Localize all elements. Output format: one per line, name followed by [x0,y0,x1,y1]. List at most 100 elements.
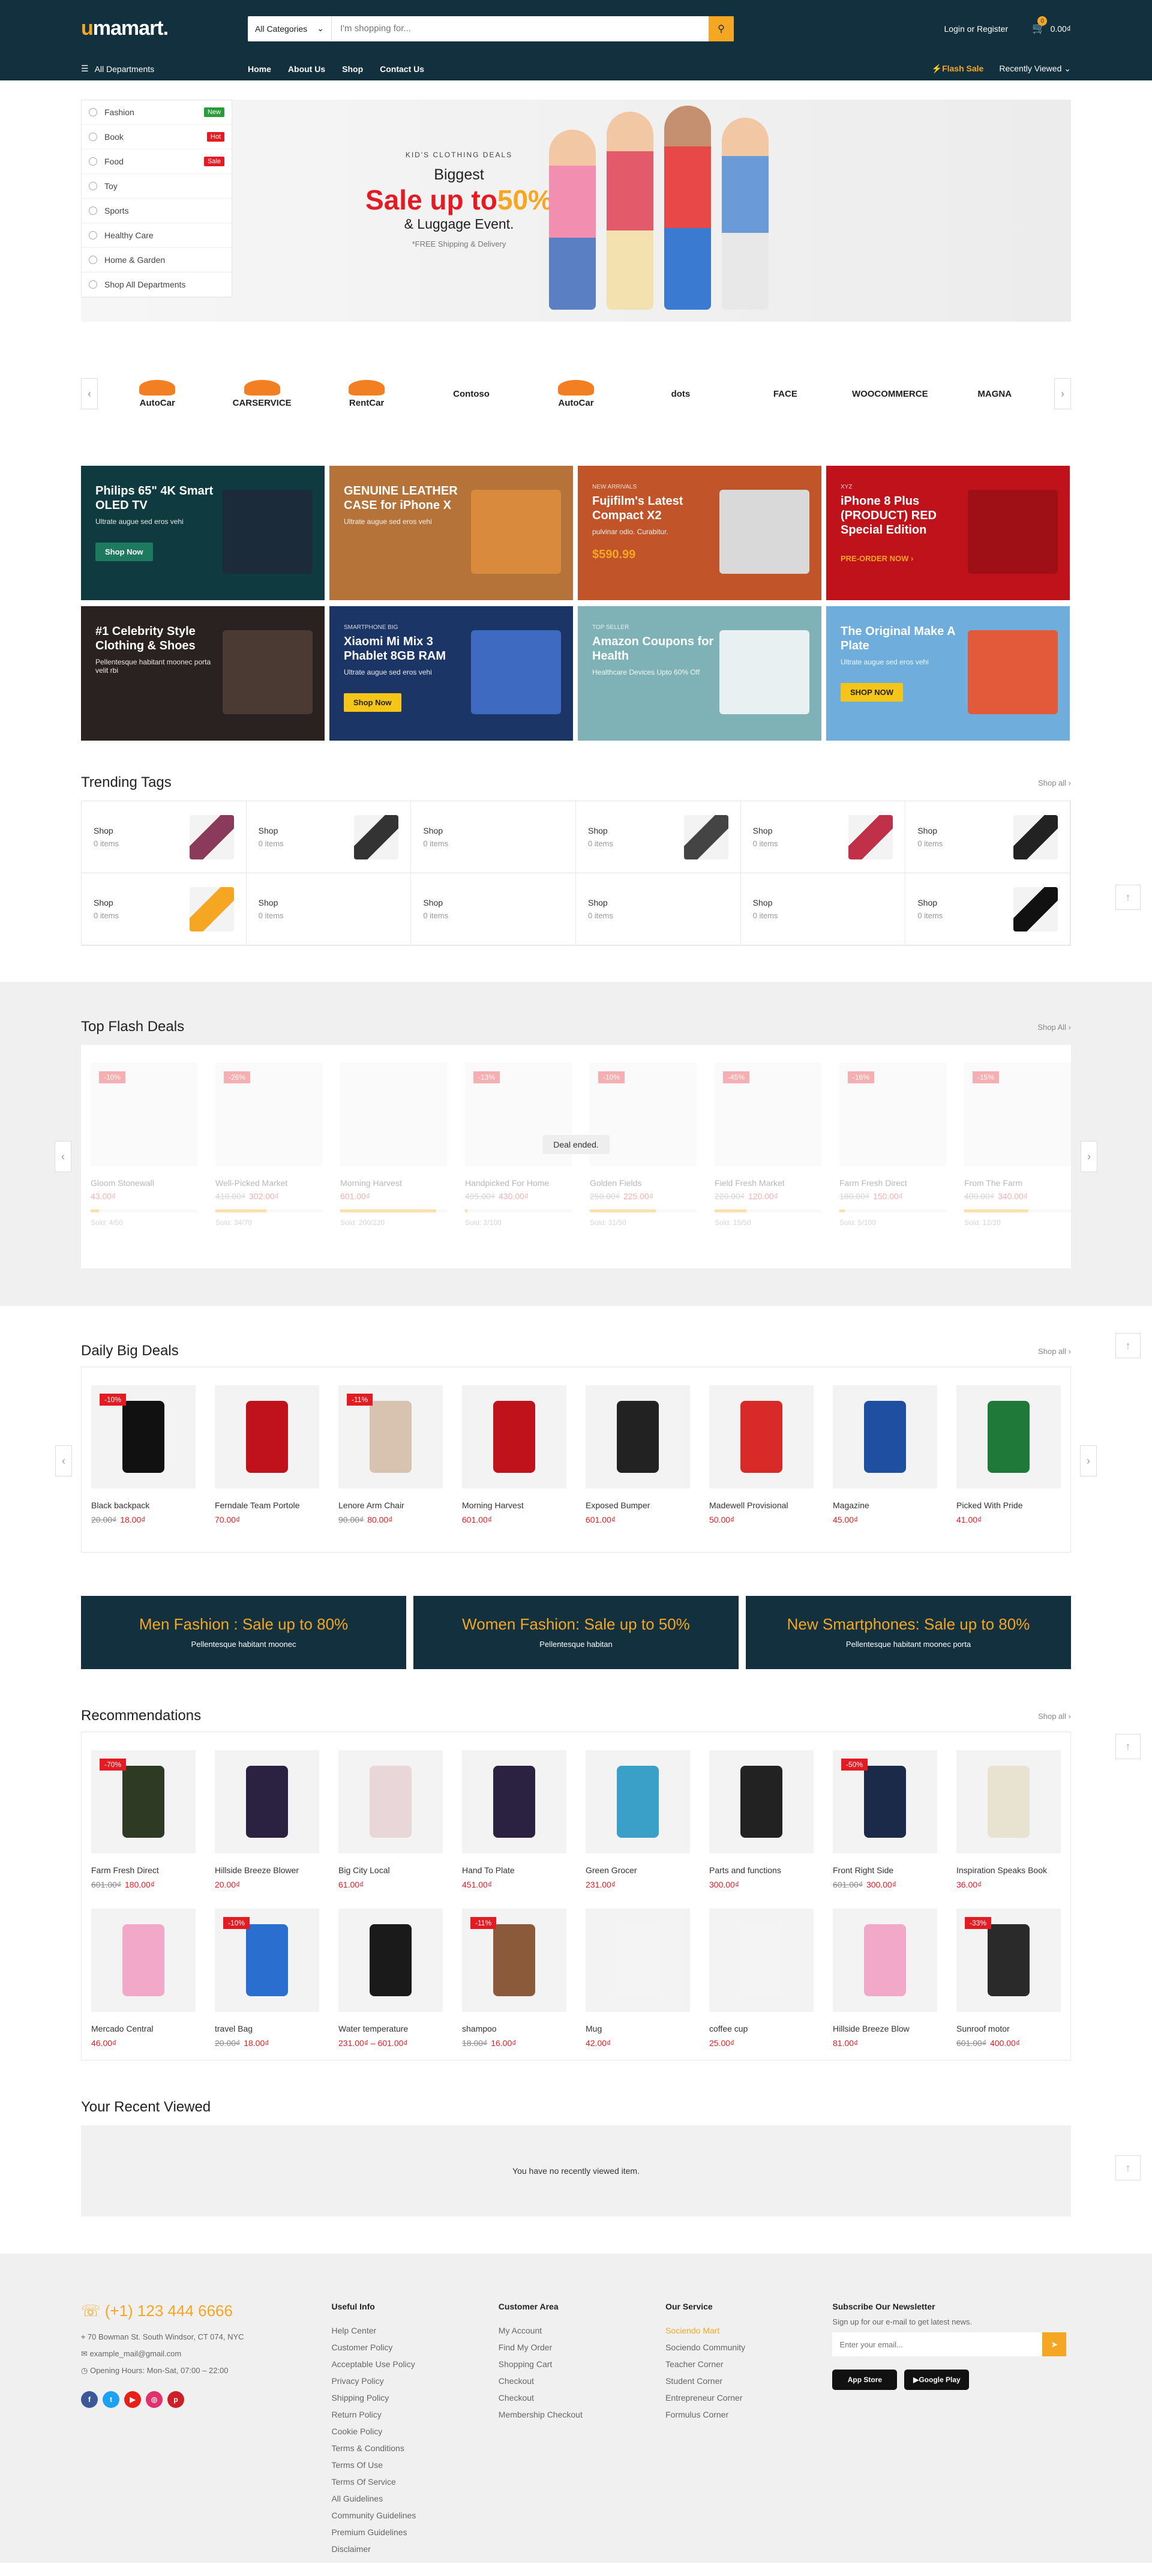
nav-item-shop[interactable]: Shop [342,64,363,74]
tag-card[interactable]: Shop 0 items [411,873,576,945]
pinterest-icon[interactable]: p [167,2391,184,2408]
footer-link[interactable]: Shipping Policy [331,2393,498,2410]
product-name[interactable]: Parts and functions [709,1865,814,1875]
product-name[interactable]: travel Bag [215,2024,319,2033]
product-card[interactable]: Green Grocer 231.00₫ [586,1750,690,1889]
fashion-banner[interactable]: Men Fashion : Sale up to 80% Pellentesque… [81,1596,406,1669]
footer-link[interactable]: Teacher Corner [665,2359,832,2376]
product-card[interactable]: coffee cup 25.00₫ [709,1909,814,2048]
promo-button[interactable]: PRE-ORDER NOW › [841,554,913,563]
tag-card[interactable]: Shop 0 items [740,801,906,873]
product-card[interactable]: -50% Front Right Side 601.00₫ 300.00₫ [833,1750,937,1889]
footer-email[interactable]: ✉ example_mail@gmail.com [81,2349,331,2366]
tag-card[interactable]: Shop 0 items [246,873,412,945]
search-button[interactable]: ⚲ [709,16,734,41]
footer-link[interactable]: Cookie Policy [331,2427,498,2443]
promo-banner[interactable]: The Original Make A Plate Ultrate augue s… [826,606,1070,741]
product-name[interactable]: Picked With Pride [956,1500,1061,1510]
product-name[interactable]: Sunroof motor [956,2024,1061,2033]
product-name[interactable]: Ferndale Team Portole [215,1500,319,1510]
product-name[interactable]: Mug [586,2024,690,2033]
nav-item-about-us[interactable]: About Us [288,64,325,74]
product-name[interactable]: shampoo [462,2024,566,2033]
flash-shop-all-link[interactable]: Shop All › [1037,1023,1071,1032]
product-card[interactable]: Water temperature 231.00₫ – 601.00₫ [338,1909,443,2048]
footer-phone[interactable]: ☏ (+1) 123 444 6666 [81,2302,331,2320]
site-logo[interactable]: umamart. [81,17,248,40]
product-card[interactable]: Exposed Bumper 601.00₫ [586,1385,690,1524]
product-card[interactable]: -10% travel Bag 20.00₫ 18.00₫ [215,1909,319,2048]
flash-prev-button[interactable]: ‹ [55,1141,71,1172]
brand-logo[interactable]: CARSERVICE [217,373,307,415]
flash-product[interactable]: -16% Farm Fresh Direct 180.00₫ 150.00₫ Sold:… [839,1063,946,1227]
cart-button[interactable]: 🛒 0 0.00₫ [1032,16,1071,35]
brand-logo[interactable]: Contoso [427,373,517,415]
app-store-button[interactable]: App Store [832,2370,898,2390]
footer-link[interactable]: Entrepreneur Corner [665,2393,832,2410]
flash-product[interactable]: -15% From The Farm 400.00₫ 340.00₫ Sold: 12/… [964,1063,1071,1227]
footer-link[interactable]: Privacy Policy [331,2376,498,2393]
daily-prev-button[interactable]: ‹ [55,1445,72,1476]
flash-product[interactable]: -26% Well-Picked Market 410.00₫ 302.00₫ Sold… [215,1063,322,1227]
product-card[interactable]: Madewell Provisional 50.00₫ [709,1385,814,1524]
product-name[interactable]: Hand To Plate [462,1865,566,1875]
brands-prev-button[interactable]: ‹ [81,378,98,409]
product-name[interactable]: Water temperature [338,2024,443,2033]
footer-link[interactable]: All Guidelines [331,2494,498,2511]
department-item[interactable]: Shop All Departments [82,272,232,297]
all-departments-toggle[interactable]: ☰ All Departments [81,64,248,74]
product-card[interactable]: Big City Local 61.00₫ [338,1750,443,1889]
nav-item-contact-us[interactable]: Contact Us [380,64,424,74]
product-name[interactable]: Hillside Breeze Blow [833,2024,937,2033]
product-card[interactable]: -10% Black backpack 20.00₫ 18.00₫ [91,1385,196,1524]
footer-link[interactable]: Terms Of Use [331,2460,498,2477]
brand-logo[interactable]: RentCar [322,373,412,415]
instagram-icon[interactable]: ◎ [146,2391,163,2408]
daily-shop-all-link[interactable]: Shop all › [1038,1347,1071,1356]
product-card[interactable]: Ferndale Team Portole 70.00₫ [215,1385,319,1524]
tag-card[interactable]: Shop 0 items [575,801,741,873]
promo-banner[interactable]: NEW ARRIVALS Fujifilm's Latest Compact X2… [578,466,821,600]
product-name[interactable]: Exposed Bumper [586,1500,690,1510]
fashion-banner[interactable]: New Smartphones: Sale up to 80% Pellentes… [746,1596,1071,1669]
product-card[interactable]: Parts and functions 300.00₫ [709,1750,814,1889]
flash-sale-link[interactable]: ⚡Flash Sale [932,64,984,74]
promo-banner[interactable]: XYZ iPhone 8 Plus (PRODUCT) RED Special E… [826,466,1070,600]
google-play-button[interactable]: ▶ Google Play [904,2370,970,2390]
product-card[interactable]: Picked With Pride 41.00₫ [956,1385,1061,1524]
footer-link[interactable]: Community Guidelines [331,2511,498,2527]
product-name[interactable]: Handpicked For Home [465,1178,572,1188]
newsletter-email-input[interactable] [832,2332,1043,2356]
footer-link[interactable]: Checkout [499,2393,665,2410]
department-item[interactable]: Book Hot [82,125,232,149]
product-name[interactable]: Mercado Central [91,2024,196,2033]
product-name[interactable]: Inspiration Speaks Book [956,1865,1061,1875]
scroll-top-button[interactable]: ↑ [1115,2155,1141,2180]
nav-item-home[interactable]: Home [248,64,271,74]
footer-link[interactable]: Membership Checkout [499,2410,665,2427]
footer-link[interactable]: Disclaimer [331,2544,498,2561]
brands-next-button[interactable]: › [1054,378,1071,409]
product-card[interactable]: Morning Harvest 601.00₫ [462,1385,566,1524]
product-name[interactable]: Magazine [833,1500,937,1510]
product-name[interactable]: Farm Fresh Direct [91,1865,196,1875]
flash-product[interactable]: -10% Gloom Stonewall 43.00₫ Sold: 4/50 [91,1063,197,1227]
search-input[interactable] [332,16,709,41]
product-name[interactable]: Gloom Stonewall [91,1178,197,1188]
footer-link[interactable]: Formulus Corner [665,2410,832,2427]
footer-link[interactable]: Shopping Cart [499,2359,665,2376]
product-name[interactable]: Hillside Breeze Blower [215,1865,319,1875]
department-item[interactable]: Healthy Care [82,223,232,248]
footer-link[interactable]: Sociendo Mart [665,2326,832,2343]
footer-link[interactable]: Customer Policy [331,2343,498,2359]
department-item[interactable]: Home & Garden [82,248,232,272]
trending-shop-all-link[interactable]: Shop all › [1038,778,1071,787]
promo-button[interactable]: Shop Now [344,693,401,712]
brand-logo[interactable]: dots [635,373,725,415]
product-card[interactable]: -11% Lenore Arm Chair 90.00₫ 80.00₫ [338,1385,443,1524]
recently-viewed-dropdown[interactable]: Recently Viewed ⌄ [999,64,1071,74]
brand-logo[interactable]: MAGNA [950,373,1040,415]
footer-link[interactable]: Checkout [499,2376,665,2393]
recs-shop-all-link[interactable]: Shop all › [1038,1712,1071,1721]
product-card[interactable]: Hand To Plate 451.00₫ [462,1750,566,1889]
